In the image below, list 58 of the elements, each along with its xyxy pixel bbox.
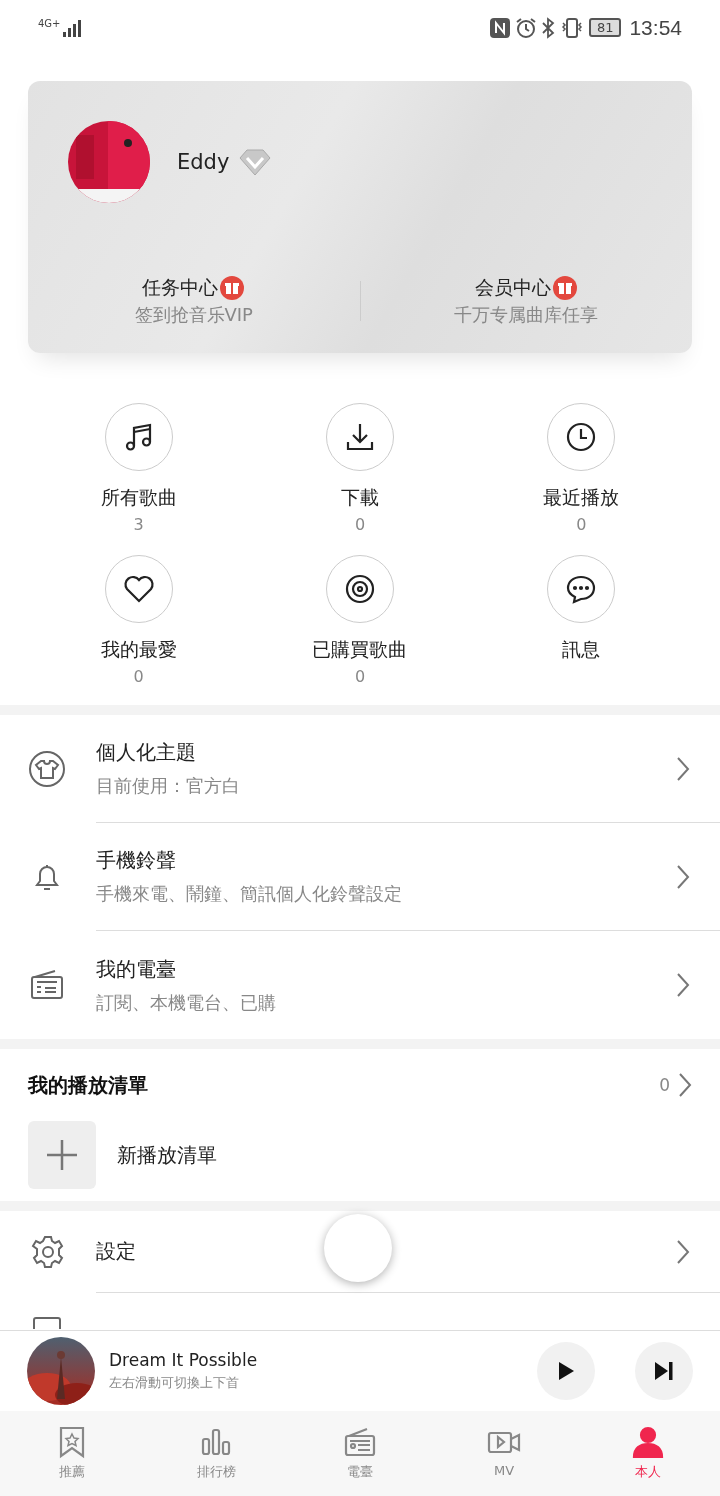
nav-tab[interactable]: 推薦 xyxy=(0,1411,144,1496)
disc-icon xyxy=(343,572,377,606)
row-title: 我的電臺 xyxy=(96,955,177,983)
member-link[interactable]: 会员中心 千万专属曲库任享 xyxy=(360,275,692,327)
playlist-count: 0 xyxy=(659,1075,670,1095)
nav-tab[interactable]: 電臺 xyxy=(288,1411,432,1496)
row-title: 個人化主題 xyxy=(96,739,197,766)
nfc-icon xyxy=(488,16,511,39)
menu-row[interactable]: 個人化主題 目前使用：官方白 xyxy=(0,715,720,823)
item-count: 3 xyxy=(133,515,144,534)
new-playlist-label: 新播放清單 xyxy=(117,1141,217,1169)
skip-next-icon xyxy=(654,1361,674,1381)
signal-icon xyxy=(60,17,83,38)
radio-icon xyxy=(343,1425,377,1459)
chevron-icon xyxy=(676,1238,690,1265)
row-subtitle: 目前使用：官方白 xyxy=(96,774,240,798)
item-count: 0 xyxy=(576,515,587,534)
chevron-icon xyxy=(676,863,690,890)
shortcut-label: 訊息 xyxy=(562,637,601,662)
section-title: 我的播放清單 xyxy=(28,1071,149,1099)
gift-icon xyxy=(551,275,578,301)
person-icon xyxy=(631,1425,665,1459)
shortcut-label: 已購買歌曲 xyxy=(312,637,408,662)
play-icon xyxy=(557,1361,575,1381)
shortcut-label: 最近播放 xyxy=(543,485,620,510)
shortcut-label: 下載 xyxy=(341,485,379,510)
row-subtitle: 訂閱、本機電台、已購 xyxy=(96,990,276,1015)
diamond-icon xyxy=(239,148,272,176)
bluetooth-icon xyxy=(540,16,555,39)
swipe-hint: 左右滑動可切換上下首 xyxy=(109,1374,240,1392)
add-playlist-button[interactable] xyxy=(28,1121,96,1189)
song-title: Dream It Possible xyxy=(109,1350,259,1370)
network-type: 4G+ xyxy=(38,17,61,29)
row-title: 手機鈴聲 xyxy=(96,847,177,874)
alarm-icon xyxy=(514,16,537,39)
clock: 13:54 xyxy=(629,15,682,40)
chevron-icon[interactable] xyxy=(678,1072,692,1098)
shortcut-label: 我的最愛 xyxy=(100,637,177,662)
menu-row[interactable]: 我的電臺 訂閱、本機電台、已購 xyxy=(0,931,720,1039)
menu-row[interactable]: 手機鈴聲 手機來電、鬧鐘、簡訊個人化鈴聲設定 xyxy=(0,823,720,931)
item-count: 0 xyxy=(354,515,366,534)
nav-tab[interactable]: 本人 xyxy=(576,1411,720,1496)
settings-icon xyxy=(30,1234,66,1270)
plus-icon xyxy=(46,1139,78,1171)
chevron-icon xyxy=(676,972,690,998)
chevron-icon xyxy=(676,755,690,782)
member-link[interactable]: 任务中心 签到抢音乐VIP xyxy=(28,275,360,327)
row-title: 設定 xyxy=(96,1238,136,1265)
shortcut-label: 所有歌曲 xyxy=(100,485,177,510)
row-subtitle: 手機來電、鬧鐘、簡訊個人化鈴聲設定 xyxy=(96,882,402,906)
item-count: 0 xyxy=(133,667,144,686)
t-shirt-icon xyxy=(28,750,66,788)
screen-icon xyxy=(33,1317,63,1329)
nav-tab[interactable]: 排行榜 xyxy=(144,1411,288,1496)
gift-icon xyxy=(219,275,246,301)
battery-level: 81 xyxy=(588,18,622,37)
item-count: 0 xyxy=(354,667,366,686)
user-name: Eddy xyxy=(177,150,230,174)
